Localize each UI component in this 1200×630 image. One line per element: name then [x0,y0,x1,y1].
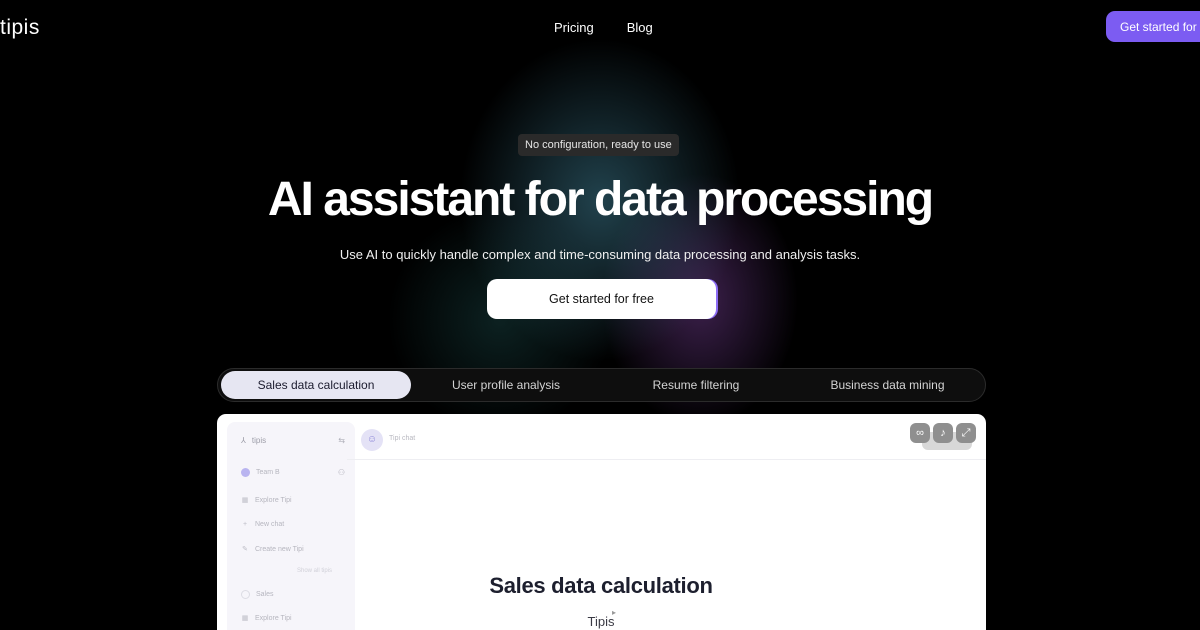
nav-link-blog[interactable]: Blog [627,20,653,35]
chat-name: Tipi chat [389,435,416,442]
sidebar-item-label: Create new Tipi [255,545,304,553]
sidebar-item-create-tipi[interactable]: ✎ Create new Tipi [241,545,304,554]
grid-icon: ▦ [241,497,249,504]
sidebar-item-label: Explore Tipi [255,496,292,504]
expand-icon[interactable]: ⤢ [956,423,976,443]
preview-card-subtitle: Tipis [587,614,615,629]
grid-icon: ▦ [241,615,249,622]
sidebar-item-label: Sales [256,591,274,598]
team-avatar [241,468,250,477]
sidebar-item-explore-tipi[interactable]: ▦ Explore Tipi [241,614,292,623]
hero-subtitle: Use AI to quickly handle complex and tim… [339,247,861,262]
tipi-avatar-icon [241,590,250,599]
top-nav: Pricing Blog [554,20,653,35]
tab-business-data-mining[interactable]: Business data mining [791,371,984,399]
link-icon[interactable]: ∞ [910,423,930,443]
sidebar-team-label: Team B [256,469,280,476]
tab-user-profile-analysis[interactable]: User profile analysis [411,371,601,399]
team-members-icon[interactable]: ⚇ [338,468,345,477]
nav-link-pricing[interactable]: Pricing [554,20,594,35]
sidebar-brand-label: tipis [251,436,267,445]
hero-badge: No configuration, ready to use [518,134,679,156]
feature-tabs: Sales data calculation User profile anal… [217,368,986,402]
sidebar-brand: ⅄ tipis [241,436,266,445]
preview-sidebar: ⅄ tipis ⇆ Team B ⚇ ▦ Explore Tipi + New … [227,422,355,630]
chat-avatar-icon: ☺ [361,429,383,451]
hero-title: AI assistant for data processing [267,173,934,226]
sidebar-item-label: New chat [255,521,285,528]
sidebar-team[interactable]: Team B [241,468,280,477]
sidebar-collapse-icon[interactable]: ⇆ [338,436,345,445]
volume-icon[interactable]: ♪ [933,423,953,443]
sidebar-item-label: Explore Tipi [255,614,292,622]
brand-logo[interactable]: tipis [0,16,40,40]
tipis-logo-icon: ⅄ [241,436,246,445]
preview-card-title: Sales data calculation [489,573,713,598]
app-preview-window: ⅄ tipis ⇆ Team B ⚇ ▦ Explore Tipi + New … [217,414,986,630]
hero-get-started-button[interactable]: Get started for free [487,279,716,319]
sidebar-item-new-chat[interactable]: + New chat [241,521,284,528]
tab-sales-data-calculation[interactable]: Sales data calculation [221,371,411,399]
plus-icon: + [242,521,248,528]
pencil-icon: ✎ [242,546,248,553]
chat-header: ☺ Tipi chat [347,414,986,460]
nav-get-started-button[interactable]: Get started for free [1106,11,1200,42]
sidebar-item-explore[interactable]: ▦ Explore Tipi [241,496,292,505]
sidebar-section-hint[interactable]: Show all tipis [297,568,332,574]
tab-resume-filtering[interactable]: Resume filtering [601,371,791,399]
sidebar-item-sales[interactable]: Sales [241,590,274,599]
